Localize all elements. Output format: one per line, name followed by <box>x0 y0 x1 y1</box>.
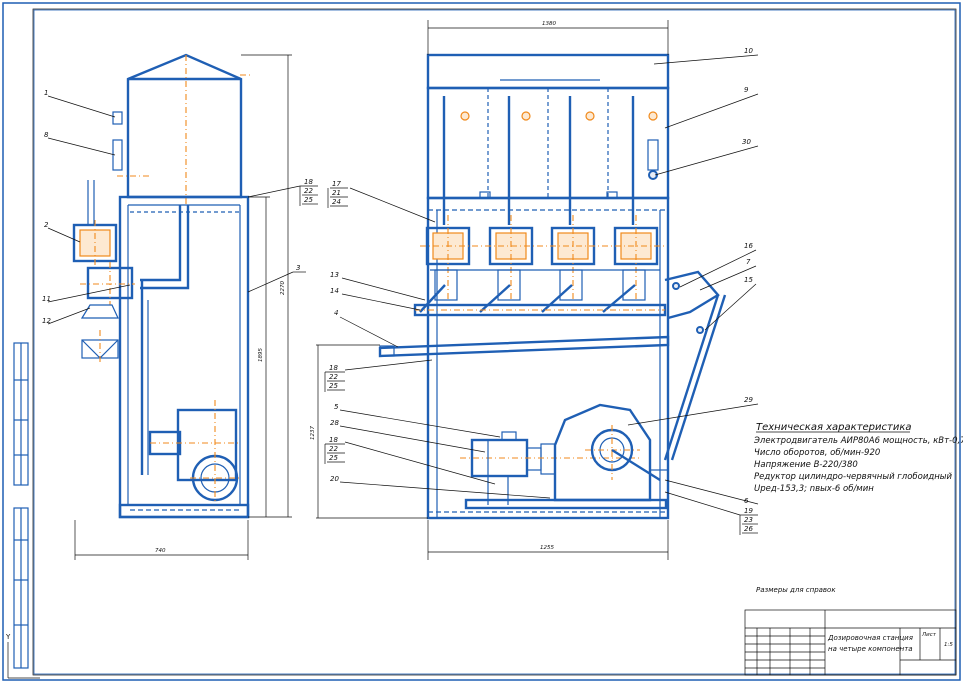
left-side-view <box>72 53 252 519</box>
spec-line-3: Напряжение В-220/380 <box>754 460 858 470</box>
callout-25-right-b: 25 <box>329 454 338 462</box>
callout-3: 3 <box>296 264 300 272</box>
technical-specification: Техническая характеристика Электродвигат… <box>753 422 963 494</box>
callout-18-right: 18 <box>329 364 338 372</box>
right-dimensions: 1380 1255 1237 <box>310 20 669 560</box>
callout-23: 23 <box>744 516 753 524</box>
callout-26: 26 <box>744 525 753 533</box>
dim-right-top-width: 1380 <box>542 21 556 27</box>
callout-28: 28 <box>330 419 339 427</box>
left-margin-strip <box>13 342 29 669</box>
callout-29: 29 <box>744 396 753 404</box>
callout-24: 24 <box>332 198 341 206</box>
callout-25-left: 25 <box>304 196 313 204</box>
callout-11: 11 <box>42 295 51 303</box>
dim-left-inner-height: 1895 <box>258 348 264 362</box>
spec-line-2: Число оборотов, об/мин-920 <box>754 448 880 458</box>
callout-18-right-b: 18 <box>329 436 338 444</box>
callout-22-right: 22 <box>329 373 338 381</box>
callout-30: 30 <box>742 138 751 146</box>
callout-25-right: 25 <box>329 382 338 390</box>
chute <box>378 335 670 358</box>
callout-15: 15 <box>744 276 753 284</box>
callout-16: 16 <box>744 242 753 250</box>
callout-5: 5 <box>334 403 339 411</box>
spec-title: Техническая характеристика <box>756 422 912 433</box>
callout-14: 14 <box>330 287 339 295</box>
spec-line-1: Электродвигатель АИР80А6 мощность, кВт-0… <box>753 436 963 446</box>
title-name-line1: Дозировочная станция <box>827 634 913 642</box>
callout-22-right-b: 22 <box>329 445 338 453</box>
dim-left-height: 2270 <box>280 281 286 295</box>
lid <box>426 53 670 90</box>
dim-right-height: 1237 <box>310 426 316 440</box>
title-block: Дозировочная станция на четыре компонент… <box>744 609 957 676</box>
dim-left-width: 740 <box>155 548 166 554</box>
callout-6: 6 <box>744 497 749 505</box>
callout-4: 4 <box>334 309 338 317</box>
right-front-view <box>378 53 727 520</box>
callout-8: 8 <box>44 131 49 139</box>
dim-right-bottom-width: 1255 <box>540 545 554 551</box>
callout-21: 21 <box>332 189 341 197</box>
callout-18-left: 18 <box>304 178 313 186</box>
callout-20: 20 <box>330 475 339 483</box>
callout-1: 1 <box>44 89 48 97</box>
reducer <box>553 403 652 502</box>
title-sheet-label: Лист <box>921 632 937 638</box>
left-dimensions: 740 2270 1895 <box>74 54 292 560</box>
callout-7: 7 <box>746 258 751 266</box>
callout-22-left: 22 <box>304 187 313 195</box>
callout-19: 19 <box>744 507 753 515</box>
inner-frame <box>32 8 957 676</box>
outer-sheet-border <box>2 2 961 681</box>
technical-drawing: Y 740 2270 1895 1 8 2 11 12 18 22 25 3 1… <box>2 2 963 681</box>
axis-marker-y: Y <box>5 633 11 641</box>
title-scale: 1:5 <box>944 642 953 648</box>
spec-line-5: Uред-153,3; nвых-6 об/мин <box>754 484 874 494</box>
gearbox-left <box>176 408 238 482</box>
spec-line-4: Редуктор цилиндро-червячный глобоидный <box>754 472 953 482</box>
callout-10: 10 <box>744 47 753 55</box>
title-name-line2: на четыре компонента <box>828 645 913 653</box>
frame-column <box>118 195 250 519</box>
callout-2: 2 <box>44 221 49 229</box>
callout-13: 13 <box>330 271 339 279</box>
callout-12: 12 <box>42 317 51 325</box>
callout-17: 17 <box>332 180 341 188</box>
callout-9: 9 <box>744 86 749 94</box>
note-dimensions: Размеры для справок <box>756 586 836 594</box>
